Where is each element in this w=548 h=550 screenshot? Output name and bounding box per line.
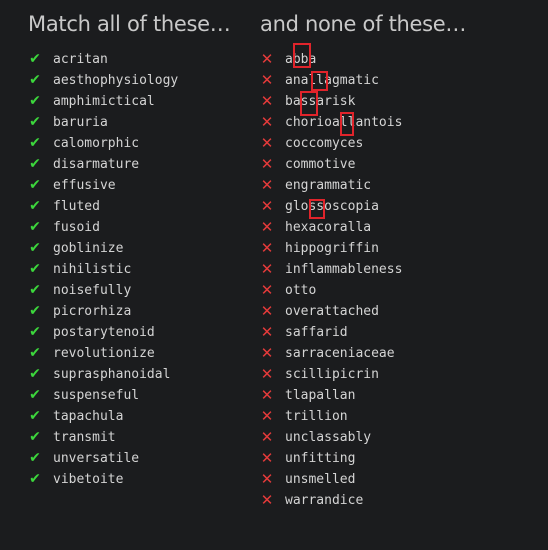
- word-text: unclassably: [285, 430, 372, 445]
- cross-icon: ✕: [260, 113, 274, 131]
- cross-icon: ✕: [260, 197, 274, 215]
- check-icon: ✔: [29, 408, 41, 424]
- word-text: commotive: [285, 157, 356, 172]
- cross-icon: ✕: [260, 302, 274, 320]
- cross-icon: ✕: [260, 50, 274, 68]
- word-text: tlapallan: [285, 388, 356, 403]
- check-icon: ✔: [29, 324, 41, 340]
- word-text: aesthophysiology: [53, 73, 179, 88]
- cross-icon: ✕: [260, 428, 274, 446]
- cross-icon: ✕: [260, 239, 274, 257]
- cross-icon: ✕: [260, 323, 274, 341]
- check-icon: ✔: [29, 282, 41, 298]
- cross-icon: ✕: [260, 407, 274, 425]
- word-text: goblinize: [53, 241, 124, 256]
- word-text: warrandice: [285, 493, 364, 508]
- cross-icon: ✕: [260, 134, 274, 152]
- check-icon: ✔: [29, 345, 41, 361]
- cross-icon: ✕: [260, 491, 274, 509]
- check-icon: ✔: [29, 261, 41, 277]
- word-text: otto: [285, 283, 317, 298]
- cross-icon: ✕: [260, 92, 274, 110]
- exclude-heading: and none of these…: [260, 12, 467, 36]
- word-text: engrammatic: [285, 178, 372, 193]
- check-icon: ✔: [29, 51, 41, 67]
- word-text: coccomyces: [285, 136, 364, 151]
- check-icon: ✔: [29, 471, 41, 487]
- word-text: picrorhiza: [53, 304, 132, 319]
- cross-icon: ✕: [260, 260, 274, 278]
- check-icon: ✔: [29, 198, 41, 214]
- word-text: overattached: [285, 304, 379, 319]
- cross-icon: ✕: [260, 155, 274, 173]
- cross-icon: ✕: [260, 449, 274, 467]
- word-text: scillipicrin: [285, 367, 379, 382]
- check-icon: ✔: [29, 303, 41, 319]
- word-text: postarytenoid: [53, 325, 155, 340]
- word-text: unversatile: [53, 451, 140, 466]
- cross-icon: ✕: [260, 218, 274, 236]
- check-icon: ✔: [29, 240, 41, 256]
- word-text: fluted: [53, 199, 100, 214]
- check-icon: ✔: [29, 114, 41, 130]
- word-text: transmit: [53, 430, 116, 445]
- word-text: bassarisk: [285, 94, 356, 109]
- word-text: acritan: [53, 52, 108, 67]
- word-text: suspenseful: [53, 388, 140, 403]
- check-icon: ✔: [29, 450, 41, 466]
- check-icon: ✔: [29, 93, 41, 109]
- word-text: nihilistic: [53, 262, 132, 277]
- word-text: fusoid: [53, 220, 100, 235]
- cross-icon: ✕: [260, 386, 274, 404]
- word-text: suprasphanoidal: [53, 367, 171, 382]
- match-heading: Match all of these…: [28, 12, 231, 36]
- word-text: unsmelled: [285, 472, 356, 487]
- word-text: noisefully: [53, 283, 132, 298]
- word-text: glossoscopia: [285, 199, 379, 214]
- check-icon: ✔: [29, 177, 41, 193]
- word-text: vibetoite: [53, 472, 124, 487]
- word-text: sarraceniaceae: [285, 346, 395, 361]
- cross-icon: ✕: [260, 176, 274, 194]
- check-icon: ✔: [29, 135, 41, 151]
- cross-icon: ✕: [260, 470, 274, 488]
- cross-icon: ✕: [260, 365, 274, 383]
- word-text: saffarid: [285, 325, 348, 340]
- word-text: calomorphic: [53, 136, 140, 151]
- word-text: baruria: [53, 115, 108, 130]
- word-text: abba: [285, 52, 317, 67]
- word-text: hexacoralla: [285, 220, 372, 235]
- word-text: tapachula: [53, 409, 124, 424]
- word-text: anallagmatic: [285, 73, 379, 88]
- check-icon: ✔: [29, 366, 41, 382]
- check-icon: ✔: [29, 429, 41, 445]
- word-text: chorioallantois: [285, 115, 403, 130]
- word-text: inflammableness: [285, 262, 403, 277]
- word-text: disarmature: [53, 157, 140, 172]
- word-text: effusive: [53, 178, 116, 193]
- word-text: hippogriffin: [285, 241, 379, 256]
- check-icon: ✔: [29, 219, 41, 235]
- cross-icon: ✕: [260, 344, 274, 362]
- cross-icon: ✕: [260, 71, 274, 89]
- word-text: revolutionize: [53, 346, 155, 361]
- check-icon: ✔: [29, 156, 41, 172]
- cross-icon: ✕: [260, 281, 274, 299]
- word-text: trillion: [285, 409, 348, 424]
- check-icon: ✔: [29, 72, 41, 88]
- word-text: unfitting: [285, 451, 356, 466]
- check-icon: ✔: [29, 387, 41, 403]
- word-text: amphimictical: [53, 94, 155, 109]
